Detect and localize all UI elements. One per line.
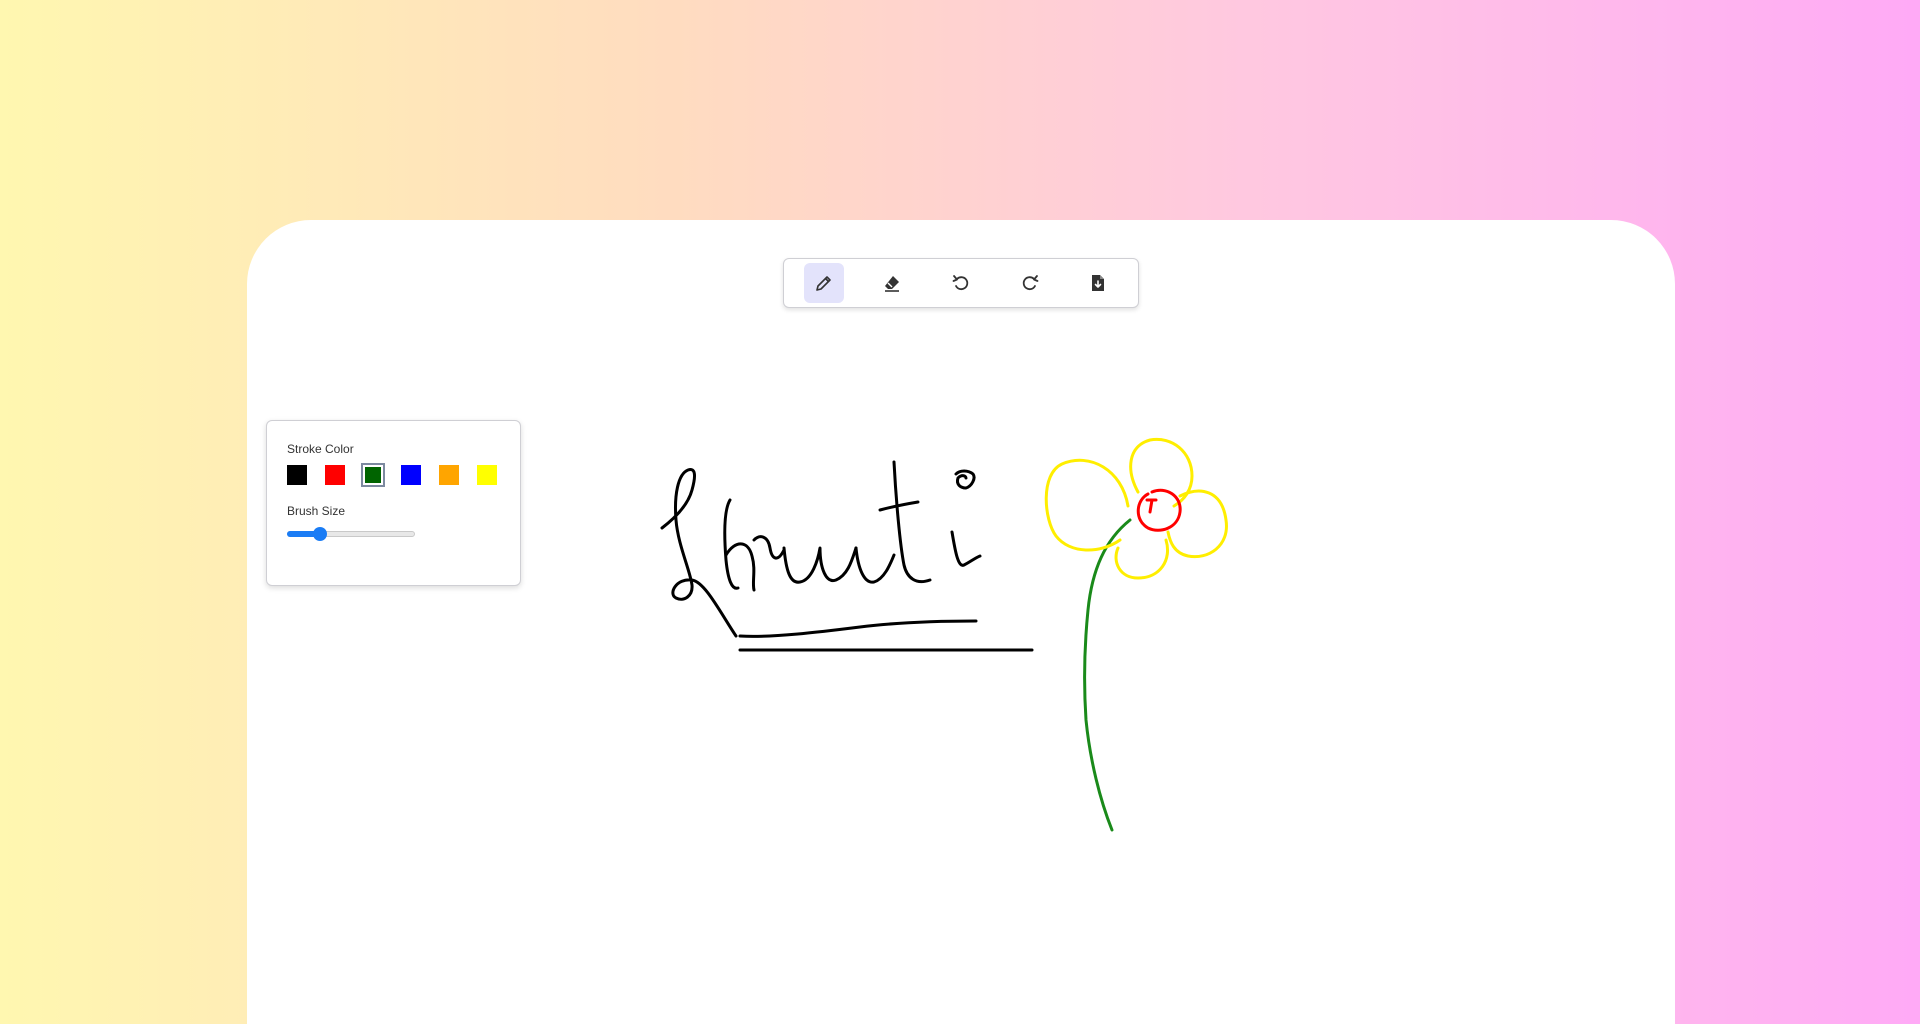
color-swatch-orange[interactable] xyxy=(439,465,459,485)
redo-icon xyxy=(1022,275,1038,291)
download-file-icon xyxy=(1092,275,1105,291)
eraser-button[interactable] xyxy=(873,263,913,303)
brush-size-label: Brush Size xyxy=(287,504,346,518)
color-swatch-blue[interactable] xyxy=(401,465,421,485)
brush-size-slider[interactable] xyxy=(287,527,415,541)
color-swatches xyxy=(287,463,500,487)
pencil-icon xyxy=(815,276,831,291)
slider-thumb[interactable] xyxy=(313,527,328,541)
color-swatch-yellow[interactable] xyxy=(477,465,497,485)
toolbar xyxy=(783,258,1139,308)
stroke-color-label: Stroke Color xyxy=(287,442,354,456)
redo-button[interactable] xyxy=(1010,263,1050,303)
eraser-icon xyxy=(885,276,900,292)
pencil-button[interactable] xyxy=(804,263,844,303)
drawing-canvas[interactable] xyxy=(247,220,1675,1024)
undo-icon xyxy=(952,275,969,291)
download-button[interactable] xyxy=(1078,263,1118,303)
color-swatch-black[interactable] xyxy=(287,465,307,485)
color-swatch-green[interactable] xyxy=(361,463,385,487)
drawing-canvas-bottom[interactable] xyxy=(247,960,1675,1024)
settings-panel: Stroke Color Brush Size xyxy=(266,420,521,586)
color-swatch-red[interactable] xyxy=(325,465,345,485)
undo-button[interactable] xyxy=(941,263,981,303)
